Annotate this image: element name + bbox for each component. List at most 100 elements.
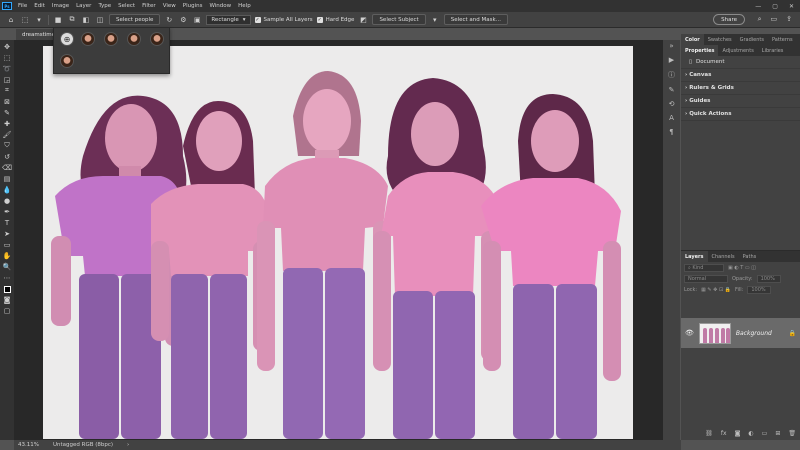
gear-icon[interactable]: ⚙ (178, 15, 188, 25)
type-tool-icon[interactable]: T (2, 218, 12, 227)
zoom-level[interactable]: 43.11% (18, 442, 39, 448)
brush-settings-icon[interactable]: ✎ (669, 86, 675, 94)
object-selection-tool-icon[interactable]: ⬚ (20, 15, 30, 25)
section-quick-actions[interactable]: › Quick Actions (681, 108, 800, 121)
history-icon[interactable]: ⟲ (669, 100, 675, 108)
section-canvas[interactable]: › Canvas (681, 69, 800, 82)
eye-icon[interactable]: 👁 (685, 329, 694, 337)
screen-mode-icon[interactable]: ▢ (2, 306, 12, 315)
clone-stamp-tool-icon[interactable]: ⛉ (2, 141, 12, 150)
person-thumbnail[interactable] (104, 32, 118, 46)
path-selection-tool-icon[interactable]: ➤ (2, 229, 12, 238)
frame-tool-icon[interactable]: ⊠ (2, 97, 12, 106)
menu-edit[interactable]: Edit (31, 3, 49, 9)
close-icon[interactable]: ✕ (789, 3, 794, 10)
menu-filter[interactable]: Filter (139, 3, 160, 9)
marquee-tool-icon[interactable]: ⬚ (2, 53, 12, 62)
tab-layers[interactable]: Layers (681, 251, 708, 262)
tab-properties[interactable]: Properties (681, 45, 719, 56)
sample-all-layers-checkbox[interactable]: ✓ Sample All Layers (254, 16, 313, 23)
zoom-tool-icon[interactable]: 🔍 (2, 262, 12, 271)
person-thumbnail[interactable] (81, 32, 95, 46)
adjustment-layer-icon[interactable]: ◐ (748, 430, 753, 437)
eraser-tool-icon[interactable]: ⌫ (2, 163, 12, 172)
new-group-icon[interactable]: ▭ (762, 430, 768, 437)
gradient-tool-icon[interactable]: ▤ (2, 174, 12, 183)
tab-paths[interactable]: Paths (739, 251, 761, 262)
intersect-selection-icon[interactable]: ◫ (95, 15, 105, 25)
tab-swatches[interactable]: Swatches (704, 34, 736, 45)
layer-row-background[interactable]: 👁 Background 🔒 (681, 318, 800, 348)
new-selection-icon[interactable]: ■ (53, 15, 63, 25)
chevron-right-icon[interactable]: › (127, 442, 129, 448)
object-selection-tool-icon[interactable]: ◲ (2, 75, 12, 84)
fx-icon[interactable]: fx (721, 430, 727, 437)
person-thumbnail[interactable] (60, 54, 74, 68)
menu-layer[interactable]: Layer (73, 3, 95, 9)
more-tools-icon[interactable]: ⋯ (2, 273, 12, 282)
select-people-button[interactable]: Select people (109, 14, 161, 25)
menu-select[interactable]: Select (115, 3, 139, 9)
tab-color[interactable]: Color (681, 34, 704, 45)
select-and-mask-button[interactable]: Select and Mask... (443, 14, 508, 25)
tab-libraries[interactable]: Libraries (758, 45, 788, 56)
lasso-tool-icon[interactable]: ➰ (2, 64, 12, 73)
menu-view[interactable]: View (160, 3, 180, 9)
menu-image[interactable]: Image (49, 3, 73, 9)
maximize-icon[interactable]: ▢ (772, 3, 778, 10)
eyedropper-tool-icon[interactable]: ✎ (2, 108, 12, 117)
rectangle-tool-icon[interactable]: ▭ (2, 240, 12, 249)
minimize-icon[interactable]: — (755, 3, 761, 10)
hand-tool-icon[interactable]: ✋ (2, 251, 12, 260)
refresh-icon[interactable]: ↻ (164, 15, 174, 25)
menu-file[interactable]: File (15, 3, 31, 9)
add-to-selection-icon[interactable]: ⧉ (67, 15, 77, 25)
menu-type[interactable]: Type (95, 3, 115, 9)
move-tool-icon[interactable]: ✥ (2, 42, 12, 51)
home-icon[interactable]: ⌂ (6, 15, 16, 25)
tab-patterns[interactable]: Patterns (768, 34, 797, 45)
chevron-down-icon[interactable]: ▾ (430, 15, 440, 25)
search-icon[interactable]: ⌕ (758, 15, 762, 24)
pen-tool-icon[interactable]: ✒ (2, 207, 12, 216)
mode-select[interactable]: Rectangle ▾ (206, 14, 251, 25)
subtract-selection-icon[interactable]: ◧ (81, 15, 91, 25)
dodge-tool-icon[interactable]: ● (2, 196, 12, 205)
opacity-input[interactable]: 100% (756, 274, 781, 283)
info-icon[interactable]: ⓘ (668, 70, 675, 80)
hide-icon[interactable]: ▣ (192, 15, 202, 25)
menu-window[interactable]: Window (206, 3, 235, 9)
share-icon[interactable]: ⇪ (786, 15, 792, 24)
document-canvas[interactable] (43, 46, 633, 439)
trash-icon[interactable]: 🗑 (788, 430, 796, 437)
quick-mask-icon[interactable]: ◙ (2, 295, 12, 304)
add-mask-icon[interactable]: ◙ (735, 430, 741, 437)
add-person-icon[interactable]: ⊕ (60, 32, 74, 46)
play-icon[interactable]: ▶ (669, 56, 674, 64)
layer-kind-filter[interactable]: ⌕ Kind (684, 263, 724, 272)
person-thumbnail[interactable] (127, 32, 141, 46)
fill-input[interactable]: 100% (747, 285, 772, 294)
character-icon[interactable]: A (669, 114, 674, 122)
link-layers-icon[interactable]: ⛓ (705, 430, 713, 437)
tab-gradients[interactable]: Gradients (736, 34, 768, 45)
tab-adjustments[interactable]: Adjustments (718, 45, 757, 56)
healing-brush-tool-icon[interactable]: ✚ (2, 119, 12, 128)
history-brush-tool-icon[interactable]: ↺ (2, 152, 12, 161)
share-button[interactable]: Share (713, 14, 745, 25)
chevron-down-icon[interactable]: ▾ (34, 15, 44, 25)
blend-mode-select[interactable]: Normal (684, 274, 728, 283)
hard-edge-checkbox[interactable]: ✓ Hard Edge (316, 16, 354, 23)
person-thumbnail[interactable] (150, 32, 164, 46)
expand-panels-icon[interactable]: » (669, 42, 673, 50)
crop-tool-icon[interactable]: ⌗ (2, 86, 12, 95)
workspace-icon[interactable]: ▭ (771, 15, 778, 24)
object-subtract-icon[interactable]: ◩ (358, 15, 368, 25)
tab-channels[interactable]: Channels (708, 251, 739, 262)
new-layer-icon[interactable]: ⊞ (775, 430, 780, 437)
section-guides[interactable]: › Guides (681, 95, 800, 108)
paragraph-icon[interactable]: ¶ (669, 128, 673, 136)
blur-tool-icon[interactable]: 💧 (2, 185, 12, 194)
lock-icons[interactable]: ▦ ✎ ✥ ⊡ 🔒 (701, 287, 731, 293)
section-rulers-grids[interactable]: › Rulers & Grids (681, 82, 800, 95)
